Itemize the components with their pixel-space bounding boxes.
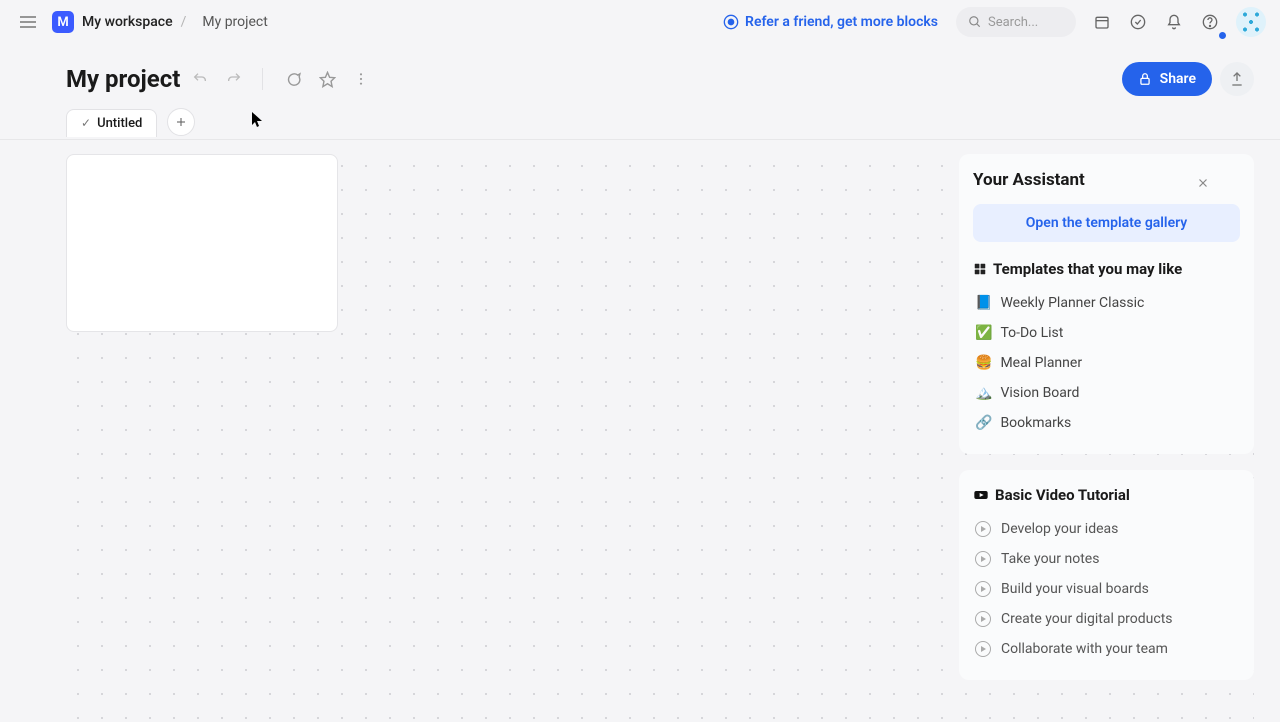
video-item[interactable]: Collaborate with your team (973, 634, 1240, 664)
breadcrumb-current[interactable]: My project (202, 14, 267, 30)
favorite-button[interactable] (313, 65, 341, 93)
star-icon (319, 71, 336, 88)
template-emoji-icon: ✅ (975, 325, 992, 341)
user-avatar[interactable] (1236, 7, 1266, 37)
project-title: My project (66, 65, 180, 93)
template-item[interactable]: 📘 Weekly Planner Classic (973, 288, 1240, 318)
video-heading: Basic Video Tutorial (973, 486, 1240, 504)
calendar-button[interactable] (1086, 6, 1118, 38)
help-button[interactable] (1194, 6, 1226, 38)
notifications-button[interactable] (1158, 6, 1190, 38)
video-label: Build your visual boards (1001, 581, 1149, 597)
topbar: M My workspace / My project Refer a frie… (0, 0, 1280, 44)
plus-icon (175, 116, 187, 128)
video-list: Develop your ideas Take your notes Build… (973, 514, 1240, 664)
template-emoji-icon: 🏔️ (975, 385, 992, 401)
breadcrumb-workspace[interactable]: My workspace (82, 14, 173, 30)
template-item[interactable]: ✅ To-Do List (973, 318, 1240, 348)
redo-button[interactable] (220, 65, 248, 93)
comments-button[interactable] (279, 65, 307, 93)
empty-node[interactable] (66, 154, 338, 332)
upload-icon (1229, 71, 1245, 87)
notification-dot (1218, 31, 1227, 40)
play-circle-icon (975, 551, 991, 567)
undo-icon (192, 71, 208, 87)
redo-icon (226, 71, 242, 87)
assistant-panel: Your Assistant Open the template gallery… (959, 154, 1254, 680)
video-item[interactable]: Take your notes (973, 544, 1240, 574)
play-circle-icon (975, 641, 991, 657)
board-tab[interactable]: ✓ Untitled (66, 109, 157, 137)
template-item[interactable]: 🏔️ Vision Board (973, 378, 1240, 408)
template-emoji-icon: 📘 (975, 295, 992, 311)
hamburger-menu-button[interactable] (14, 8, 42, 36)
templates-heading: Templates that you may like (973, 260, 1240, 278)
check-circle-icon (1130, 14, 1146, 30)
play-circle-icon (975, 611, 991, 627)
board-tabs: ✓ Untitled (0, 104, 1280, 140)
template-item[interactable]: 🍔 Meal Planner (973, 348, 1240, 378)
comment-icon (285, 71, 302, 88)
check-icon: ✓ (81, 116, 91, 130)
template-label: Vision Board (1000, 385, 1079, 401)
project-header: My project Share (0, 44, 1280, 104)
close-icon (1197, 177, 1209, 189)
video-label: Take your notes (1001, 551, 1099, 567)
template-list: 📘 Weekly Planner Classic ✅ To-Do List 🍔 Mea… (973, 288, 1240, 438)
share-button[interactable]: Share (1122, 62, 1212, 96)
separator (262, 68, 263, 90)
template-label: To-Do List (1000, 325, 1063, 341)
close-assistant-button[interactable] (1192, 172, 1214, 194)
template-item[interactable]: 🔗 Bookmarks (973, 408, 1240, 438)
video-item[interactable]: Create your digital products (973, 604, 1240, 634)
calendar-icon (1094, 14, 1110, 30)
refer-friend-link[interactable]: Refer a friend, get more blocks (723, 14, 938, 30)
breadcrumb-separator: / (181, 14, 187, 30)
board-tab-label: Untitled (97, 116, 142, 131)
templates-panel: Your Assistant Open the template gallery… (959, 154, 1254, 454)
lock-icon (1138, 72, 1152, 86)
search-input[interactable]: Search... (956, 7, 1076, 37)
undo-button[interactable] (186, 65, 214, 93)
gift-icon (723, 14, 739, 30)
video-item[interactable]: Develop your ideas (973, 514, 1240, 544)
grid-icon (973, 262, 987, 276)
template-emoji-icon: 🍔 (975, 355, 992, 371)
workspace-badge[interactable]: M (52, 11, 74, 33)
video-icon (973, 487, 989, 503)
tasks-button[interactable] (1122, 6, 1154, 38)
search-icon (968, 15, 982, 29)
template-label: Weekly Planner Classic (1000, 295, 1144, 311)
hamburger-icon (20, 16, 36, 28)
bell-icon (1166, 14, 1182, 30)
search-placeholder: Search... (988, 15, 1038, 30)
video-tutorial-panel: Basic Video Tutorial Develop your ideas … (959, 470, 1254, 680)
play-circle-icon (975, 521, 991, 537)
add-board-button[interactable] (167, 108, 195, 136)
template-emoji-icon: 🔗 (975, 415, 992, 431)
play-circle-icon (975, 581, 991, 597)
video-label: Create your digital products (1001, 611, 1173, 627)
video-label: Collaborate with your team (1001, 641, 1168, 657)
more-vertical-icon (353, 71, 369, 87)
video-item[interactable]: Build your visual boards (973, 574, 1240, 604)
export-button[interactable] (1220, 62, 1254, 96)
help-icon (1202, 14, 1218, 30)
open-template-gallery-button[interactable]: Open the template gallery (973, 204, 1240, 242)
more-options-button[interactable] (347, 65, 375, 93)
template-label: Meal Planner (1000, 355, 1082, 371)
canvas[interactable]: Your Assistant Open the template gallery… (0, 140, 1280, 720)
video-label: Develop your ideas (1001, 521, 1118, 537)
template-label: Bookmarks (1000, 415, 1071, 431)
